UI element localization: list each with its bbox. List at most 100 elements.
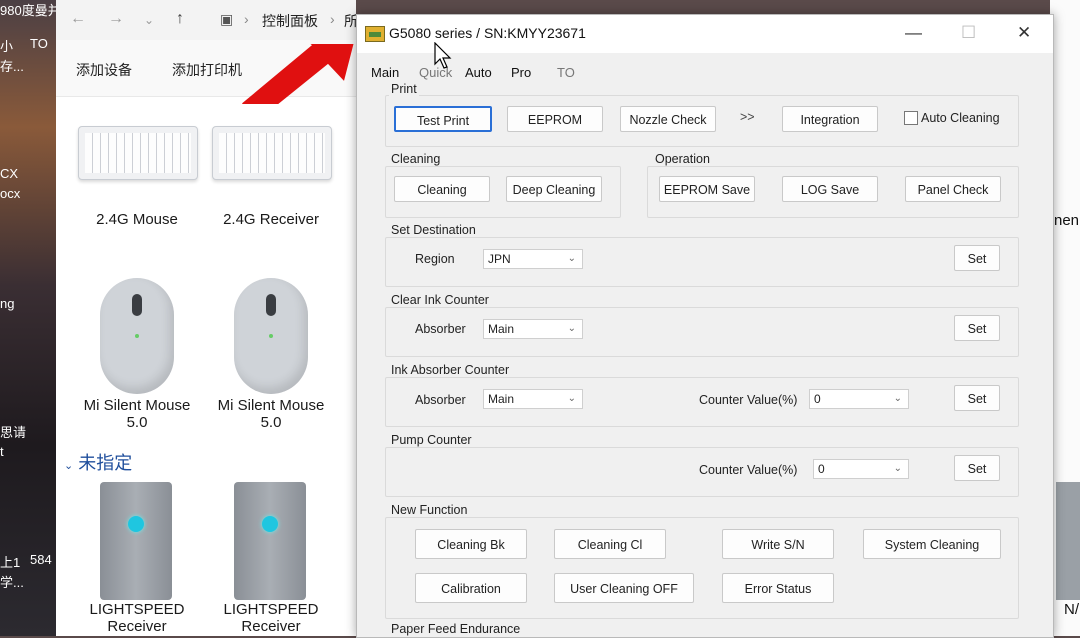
add-printer-button[interactable]: 添加打印机 xyxy=(172,60,242,80)
desktop-text: TO xyxy=(30,36,48,51)
device-name[interactable]: LIGHTSPEED Receiver xyxy=(206,601,336,635)
receiver-icon xyxy=(234,482,306,600)
deep-cleaning-button[interactable]: Deep Cleaning xyxy=(506,176,602,202)
desktop-text: ocx xyxy=(0,186,21,201)
set-destination-set-button[interactable]: Set xyxy=(954,245,1000,271)
back-icon[interactable]: ← xyxy=(70,10,86,28)
desktop-text: t xyxy=(0,444,4,459)
device-name[interactable]: Mi Silent Mouse 5.0 xyxy=(206,397,336,431)
cleaning-cl-button[interactable]: Cleaning Cl xyxy=(554,529,666,559)
cleaning-bk-button[interactable]: Cleaning Bk xyxy=(415,529,527,559)
write-sn-button[interactable]: Write S/N xyxy=(722,529,834,559)
chevron-down-icon: ⌄ xyxy=(893,393,902,404)
eeprom-save-button[interactable]: EEPROM Save xyxy=(659,176,755,202)
panel-check-button[interactable]: Panel Check xyxy=(905,176,1001,202)
more-button[interactable]: >> xyxy=(740,110,755,124)
ink-absorber-set-button[interactable]: Set xyxy=(954,385,1000,411)
dialog-title: G5080 series / SN:KMYY23671 xyxy=(389,25,586,41)
pump-counter-select[interactable]: 0 ⌄ xyxy=(813,459,909,479)
cleaning-group-label: Cleaning xyxy=(389,152,443,166)
receiver-icon xyxy=(100,482,172,600)
clear-ink-counter-group xyxy=(385,307,1019,357)
background-text: nen xyxy=(1054,212,1080,229)
auto-cleaning-checkbox[interactable] xyxy=(904,111,918,125)
user-cleaning-off-button[interactable]: User Cleaning OFF xyxy=(554,573,694,603)
receiver-icon xyxy=(1056,482,1080,600)
paper-feed-endurance-label: Paper Feed Endurance xyxy=(389,622,523,636)
section-title: 未指定 xyxy=(78,453,133,473)
breadcrumb-separator: › xyxy=(244,11,249,27)
clear-ink-counter-label: Clear Ink Counter xyxy=(389,293,491,307)
desktop-text: 584 xyxy=(30,552,52,567)
tab-pro[interactable]: Pro xyxy=(511,65,531,80)
forward-icon[interactable]: → xyxy=(108,10,124,28)
pump-counter-label: Pump Counter xyxy=(389,433,474,447)
chevron-down-icon[interactable]: ⌄ xyxy=(144,13,154,27)
control-panel-icon: ▣ xyxy=(220,11,234,27)
absorber-value: Main xyxy=(488,322,515,336)
absorber-value: Main xyxy=(488,392,515,406)
unassigned-section-header[interactable]: ⌄ 未指定 xyxy=(64,449,132,475)
absorber-select[interactable]: Main ⌄ xyxy=(483,389,583,409)
system-cleaning-button[interactable]: System Cleaning xyxy=(863,529,1001,559)
breadcrumb-control-panel[interactable]: 控制面板 xyxy=(262,11,318,31)
red-arrow-annotation xyxy=(242,44,354,104)
counter-value: 0 xyxy=(818,462,825,476)
mouse-cursor-icon xyxy=(434,42,452,69)
device-name[interactable]: Mi Silent Mouse 5.0 xyxy=(72,397,202,431)
pump-counter-set-button[interactable]: Set xyxy=(954,455,1000,481)
absorber-select[interactable]: Main ⌄ xyxy=(483,319,583,339)
absorber-label: Absorber xyxy=(415,393,466,407)
up-icon[interactable]: ↑ xyxy=(176,10,184,28)
breadcrumb-separator: › xyxy=(330,11,335,27)
test-print-button[interactable]: Test Print xyxy=(394,106,492,132)
region-label: Region xyxy=(415,252,455,266)
add-device-button[interactable]: 添加设备 xyxy=(76,60,132,80)
device-name[interactable]: 2.4G Mouse xyxy=(72,211,202,228)
log-save-button[interactable]: LOG Save xyxy=(782,176,878,202)
keyboard-icon xyxy=(78,126,198,180)
nozzle-check-button[interactable]: Nozzle Check xyxy=(620,106,716,132)
close-icon[interactable]: ✕ xyxy=(1017,23,1031,43)
dialog-titlebar[interactable]: G5080 series / SN:KMYY23671 — ☐ ✕ xyxy=(357,15,1053,53)
background-text: N/ xyxy=(1064,601,1079,618)
integration-button[interactable]: Integration xyxy=(782,106,878,132)
tab-bar: Main Quick Auto Pro TO xyxy=(357,65,1053,83)
explorer-addressbar: ← → ⌄ ↑ ▣ › 控制面板 › 所 xyxy=(56,0,358,41)
eeprom-button[interactable]: EEPROM xyxy=(507,106,603,132)
calibration-button[interactable]: Calibration xyxy=(415,573,527,603)
background-window: nen N/ xyxy=(1050,0,1080,636)
counter-value-label: Counter Value(%) xyxy=(699,463,798,477)
device-name[interactable]: LIGHTSPEED Receiver xyxy=(72,601,202,635)
keyboard-icon xyxy=(212,126,332,180)
new-function-label: New Function xyxy=(389,503,470,517)
region-select[interactable]: JPN ⌄ xyxy=(483,249,583,269)
minimize-icon[interactable]: — xyxy=(905,23,922,43)
desktop-text: 学... xyxy=(0,575,24,590)
mouse-icon xyxy=(234,278,308,394)
mouse-icon xyxy=(100,278,174,394)
desktop-text: 存... xyxy=(0,59,24,74)
cleaning-button[interactable]: Cleaning xyxy=(394,176,490,202)
counter-value-select[interactable]: 0 ⌄ xyxy=(809,389,909,409)
desktop-text: 小 xyxy=(0,39,14,54)
device-name[interactable]: 2.4G Receiver xyxy=(206,211,336,228)
set-destination-label: Set Destination xyxy=(389,223,478,237)
clear-ink-counter-set-button[interactable]: Set xyxy=(954,315,1000,341)
desktop-background: 980度曼并令 小 TO 存... CX ocx ng 思请 t 上1 584 … xyxy=(0,0,74,636)
chevron-down-icon: ⌄ xyxy=(64,460,74,472)
counter-value: 0 xyxy=(814,392,821,406)
printer-app-icon xyxy=(365,26,385,42)
desktop-text: 思请 xyxy=(0,425,27,440)
tab-auto[interactable]: Auto xyxy=(465,65,492,80)
chevron-down-icon: ⌄ xyxy=(893,463,902,474)
ink-absorber-counter-label: Ink Absorber Counter xyxy=(389,363,512,377)
maximize-icon[interactable]: ☐ xyxy=(961,23,976,43)
chevron-down-icon: ⌄ xyxy=(567,323,576,334)
desktop-text: CX xyxy=(0,166,19,181)
absorber-label: Absorber xyxy=(415,322,466,336)
tab-to[interactable]: TO xyxy=(557,65,575,80)
error-status-button[interactable]: Error Status xyxy=(722,573,834,603)
chevron-down-icon: ⌄ xyxy=(567,253,576,264)
set-destination-group xyxy=(385,237,1019,287)
